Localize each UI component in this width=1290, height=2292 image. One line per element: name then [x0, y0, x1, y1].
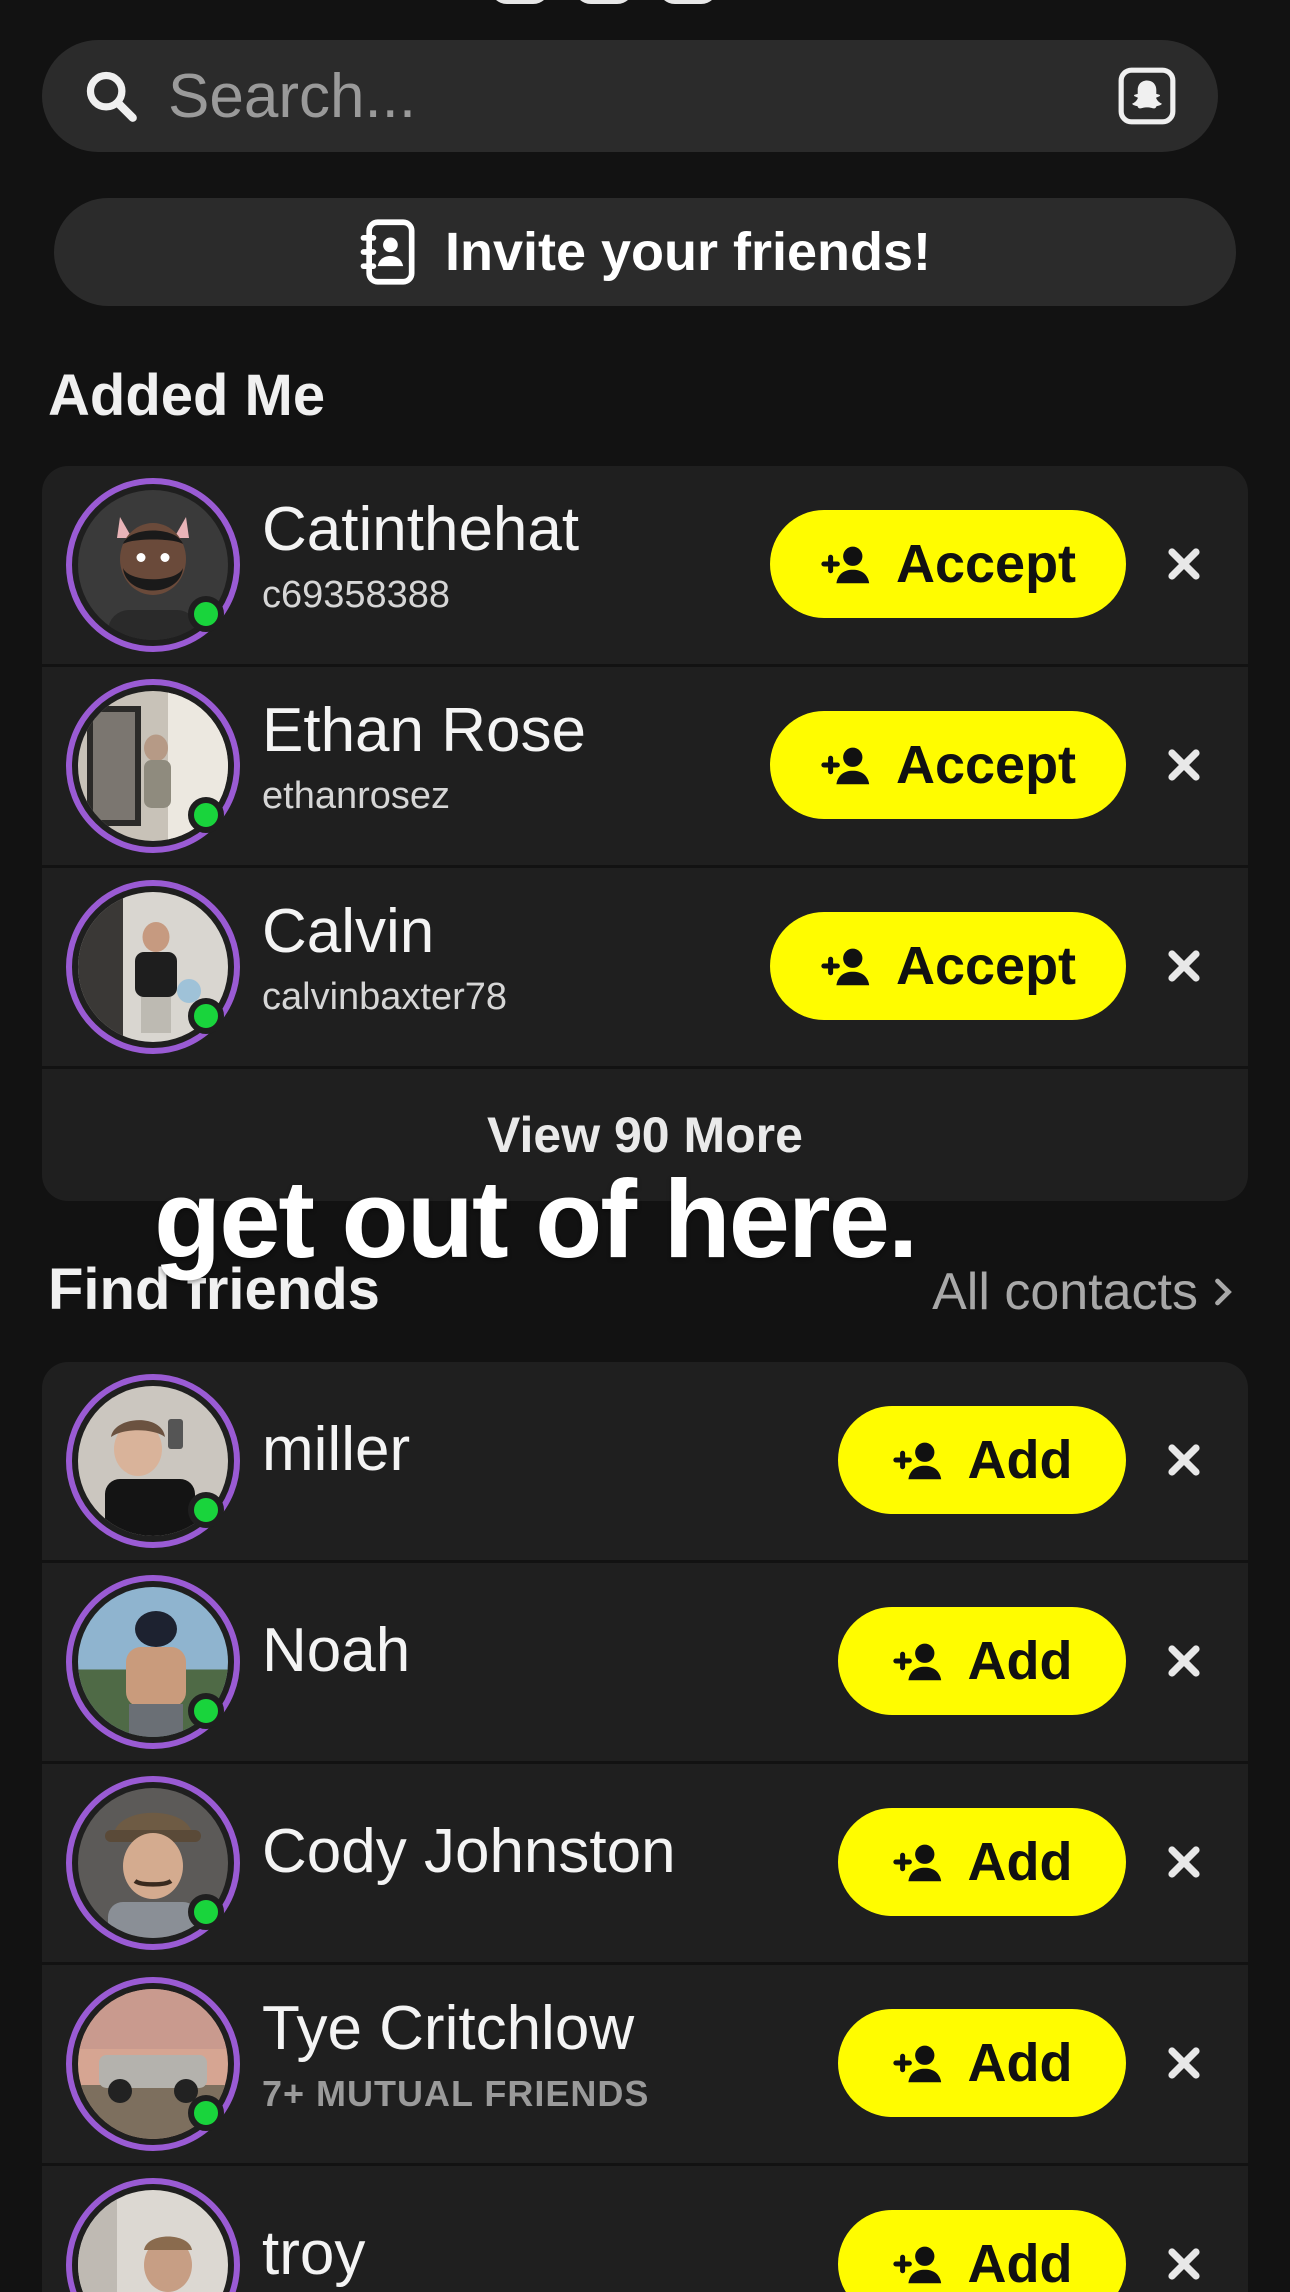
online-indicator [188, 1492, 224, 1528]
close-icon[interactable] [1164, 2244, 1204, 2284]
add-label: Add [967, 1430, 1073, 1490]
snapchat-ghost-icon[interactable] [1116, 65, 1178, 127]
all-contacts-link[interactable]: All contacts [932, 1262, 1234, 1322]
caption-overlay: get out of here. [154, 1158, 918, 1281]
add-friend-icon [821, 948, 870, 986]
list-item[interactable]: Catinthehat c69358388 Accept [42, 466, 1248, 667]
avatar[interactable] [66, 2178, 240, 2292]
accept-label: Accept [895, 735, 1077, 795]
add-label: Add [967, 1832, 1073, 1892]
online-indicator [188, 596, 224, 632]
display-name: Calvin [262, 897, 435, 966]
search-icon [86, 71, 137, 122]
display-name: Catinthehat [262, 495, 580, 564]
online-indicator [188, 998, 224, 1034]
add-button[interactable]: Add [838, 1406, 1126, 1514]
add-friend-icon [892, 2246, 941, 2284]
add-label: Add [967, 1631, 1073, 1691]
list-item[interactable]: troy Add [42, 2166, 1248, 2292]
username: calvinbaxter78 [262, 976, 508, 1019]
header-fragment [490, 0, 870, 4]
contact-book-icon [360, 219, 415, 285]
search-bar[interactable] [42, 40, 1218, 152]
add-friend-icon [821, 546, 870, 584]
display-name: troy [262, 2219, 366, 2288]
online-indicator [188, 797, 224, 833]
list-item[interactable]: Ethan Rose ethanrosez Accept [42, 667, 1248, 868]
username: ethanrosez [262, 775, 451, 818]
add-label: Add [967, 2234, 1073, 2292]
list-item[interactable]: Calvin calvinbaxter78 Accept [42, 868, 1248, 1069]
accept-button[interactable]: Accept [770, 510, 1126, 618]
list-item[interactable]: Cody Johnston Add [42, 1764, 1248, 1965]
close-icon[interactable] [1164, 2043, 1204, 2083]
find-friends-card: miller Add Noah Add Cody Johnston Add Ty… [42, 1362, 1248, 2292]
close-icon[interactable] [1164, 544, 1204, 584]
search-input[interactable] [168, 60, 1116, 132]
added-me-heading: Added Me [48, 363, 326, 428]
added-me-card: Catinthehat c69358388 Accept Ethan Rose … [42, 466, 1248, 1201]
display-name: Tye Critchlow [262, 1994, 635, 2063]
add-button[interactable]: Add [838, 2009, 1126, 2117]
online-indicator [188, 1693, 224, 1729]
add-friends-screen: Invite your friends! Added Me Catintheha… [0, 0, 1290, 2292]
profile-photo [78, 2190, 228, 2292]
add-friend-icon [892, 2045, 941, 2083]
add-button[interactable]: Add [838, 1808, 1126, 1916]
invite-friends-button[interactable]: Invite your friends! [54, 198, 1236, 306]
list-item[interactable]: miller Add [42, 1362, 1248, 1563]
online-indicator [188, 2095, 224, 2131]
mutual-friends: 7+ MUTUAL FRIENDS [262, 2073, 650, 2115]
list-item[interactable]: Noah Add [42, 1563, 1248, 1764]
display-name: Cody Johnston [262, 1817, 676, 1886]
add-friend-icon [892, 1442, 941, 1480]
display-name: miller [262, 1415, 411, 1484]
close-icon[interactable] [1164, 1641, 1204, 1681]
display-name: Noah [262, 1616, 411, 1685]
accept-label: Accept [895, 534, 1077, 594]
accept-button[interactable]: Accept [770, 711, 1126, 819]
add-button[interactable]: Add [838, 2210, 1126, 2292]
accept-button[interactable]: Accept [770, 912, 1126, 1020]
add-label: Add [967, 2033, 1073, 2093]
accept-label: Accept [895, 936, 1077, 996]
add-friend-icon [892, 1643, 941, 1681]
display-name: Ethan Rose [262, 696, 586, 765]
chevron-right-icon [1215, 1278, 1232, 1306]
invite-label: Invite your friends! [444, 222, 932, 282]
all-contacts-label: All contacts [932, 1263, 1198, 1321]
username: c69358388 [262, 574, 451, 617]
list-item[interactable]: Tye Critchlow 7+ MUTUAL FRIENDS Add [42, 1965, 1248, 2166]
add-button[interactable]: Add [838, 1607, 1126, 1715]
close-icon[interactable] [1164, 946, 1204, 986]
add-friend-icon [892, 1844, 941, 1882]
online-indicator [188, 1894, 224, 1930]
close-icon[interactable] [1164, 1842, 1204, 1882]
add-friend-icon [821, 747, 870, 785]
close-icon[interactable] [1164, 745, 1204, 785]
close-icon[interactable] [1164, 1440, 1204, 1480]
